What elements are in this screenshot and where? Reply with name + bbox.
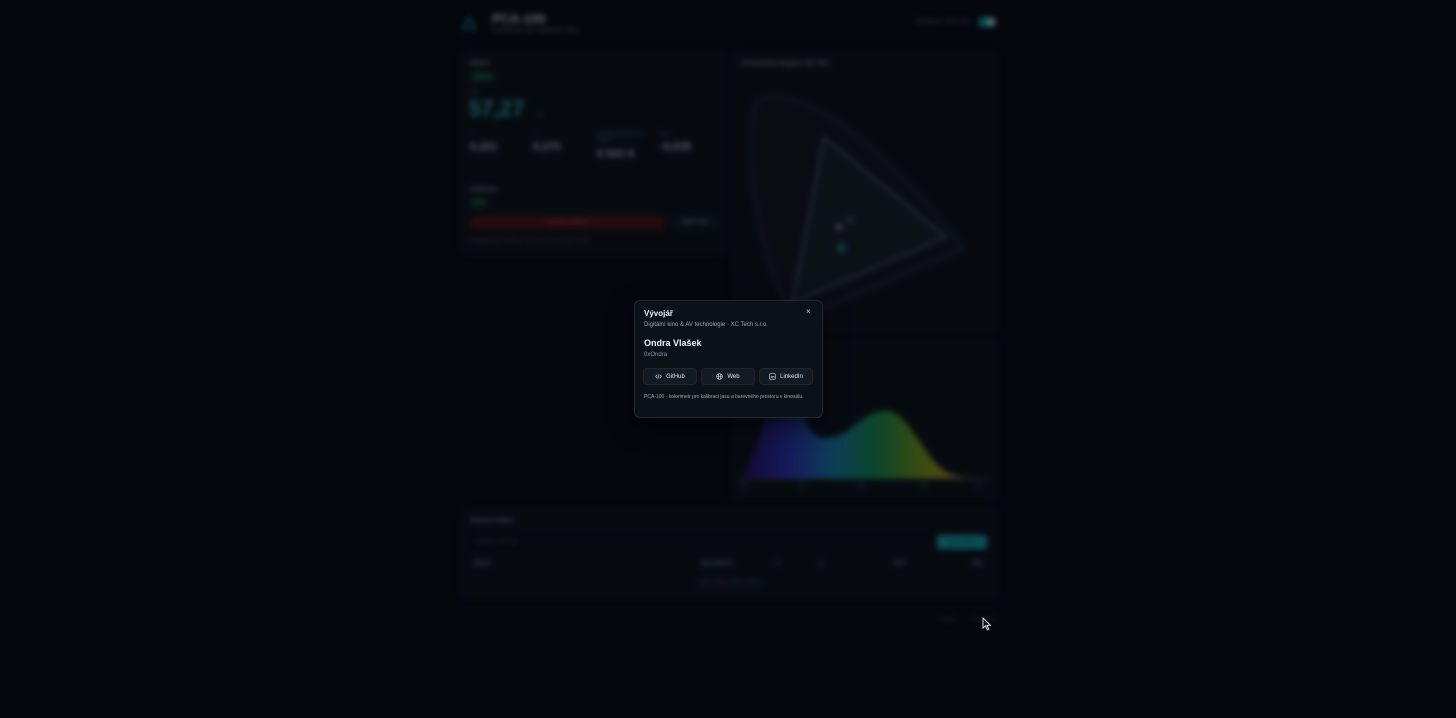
linkedin-icon [769,373,776,380]
developer-dialog: Vývojář × Digitální kino & AV technologi… [634,300,823,418]
close-icon[interactable]: × [806,307,811,317]
linkedin-link-button[interactable]: LinkedIn [759,368,813,385]
developer-handle: 0xOndra [644,352,668,358]
mouse-cursor-icon [982,617,992,631]
github-link-label: GitHub [666,373,685,380]
linkedin-link-label: LinkedIn [780,373,803,380]
web-link-label: Web [727,373,740,380]
dialog-subtitle: Digitální kino & AV technologie · XC Tec… [644,322,768,328]
code-icon [655,374,662,379]
dialog-title: Vývojář [644,309,673,318]
dialog-note: PCA-100 · kolorimetr pro kalibraci jasu … [644,394,804,400]
web-link-button[interactable]: Web [701,368,755,385]
developer-name: Ondra Vlašek [644,338,702,348]
globe-icon [716,373,724,380]
github-link-button[interactable]: GitHub [643,368,697,385]
